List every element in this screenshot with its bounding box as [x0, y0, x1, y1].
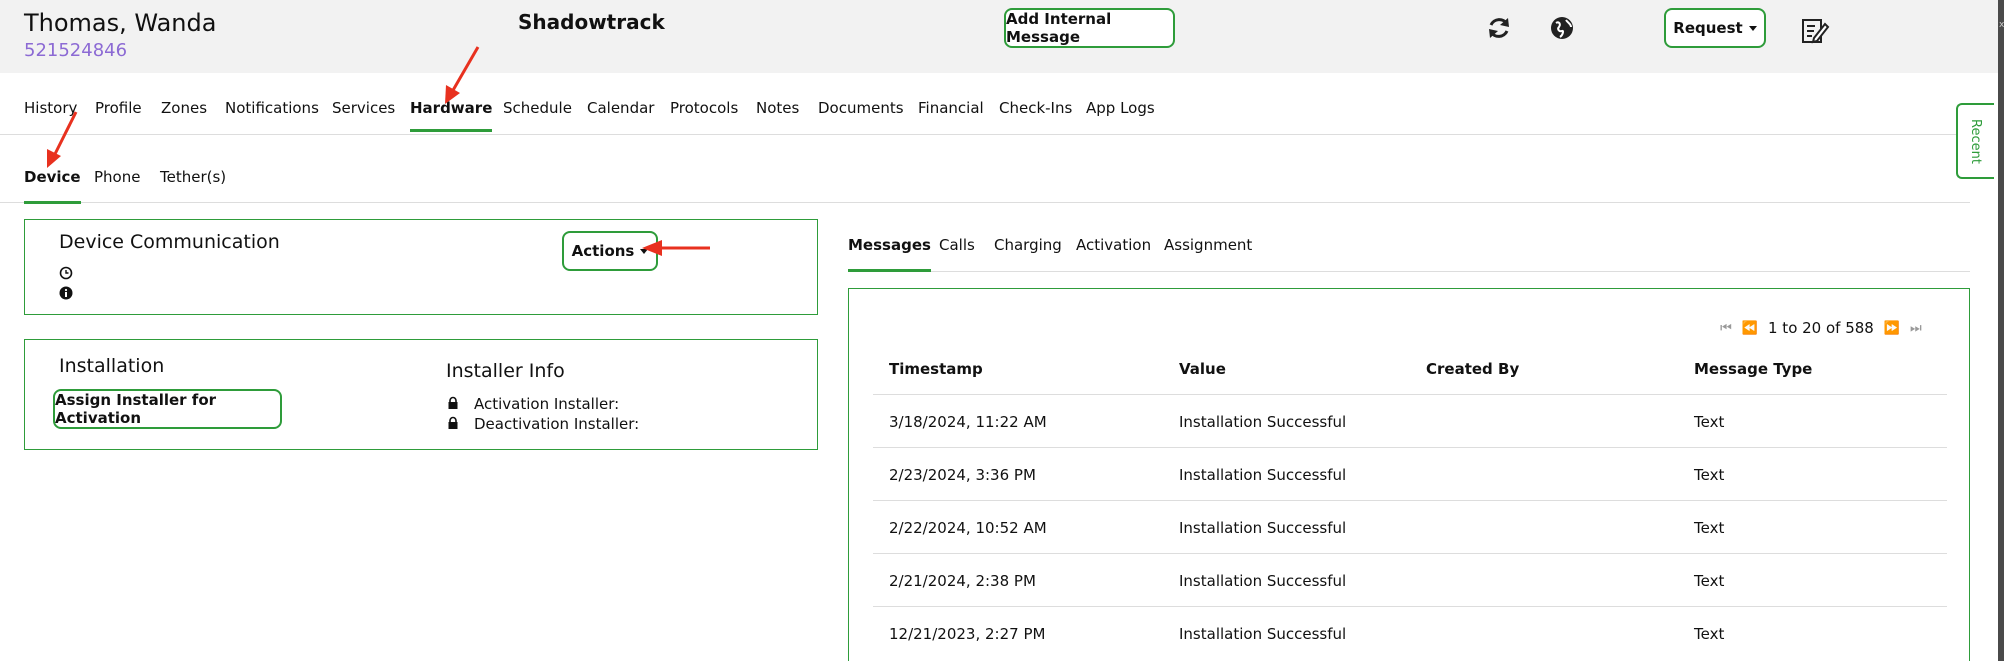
assign-installer-button[interactable]: Assign Installer for Activation — [53, 389, 282, 429]
tab-check-ins[interactable]: Check-Ins — [999, 99, 1072, 117]
tab-charging[interactable]: Charging — [994, 236, 1062, 254]
request-dropdown[interactable]: Request — [1664, 8, 1766, 48]
page-count: 1 to 20 of 588 — [1768, 319, 1874, 337]
request-label: Request — [1673, 19, 1743, 37]
tab-messages[interactable]: Messages — [848, 236, 931, 272]
window-edge: x — [1998, 0, 2004, 661]
lock-icon — [448, 396, 458, 409]
column-header-timestamp[interactable]: Timestamp — [889, 360, 983, 378]
main-tabs: History Profile Zones Notifications Serv… — [0, 97, 1970, 135]
installer-info-title: Installer Info — [446, 360, 565, 382]
patient-id[interactable]: 521524846 — [24, 40, 127, 61]
cell-message-type: Text — [1694, 625, 1725, 643]
tab-notifications[interactable]: Notifications — [225, 99, 319, 117]
chevron-down-icon — [640, 248, 649, 254]
table-row[interactable]: 2/22/2024, 10:52 AM Installation Success… — [873, 500, 1947, 553]
tab-profile[interactable]: Profile — [95, 99, 142, 117]
cell-timestamp: 2/22/2024, 10:52 AM — [889, 519, 1047, 537]
first-page-icon[interactable]: ⏮ — [1714, 318, 1738, 338]
notes-edit-icon[interactable] — [1800, 16, 1830, 46]
cell-value: Installation Successful — [1179, 413, 1347, 431]
actions-label: Actions — [571, 242, 635, 260]
cell-message-type: Text — [1694, 519, 1725, 537]
subtab-tethers[interactable]: Tether(s) — [160, 168, 226, 186]
lock-icon — [448, 416, 458, 429]
last-page-icon[interactable]: ⏭ — [1904, 318, 1928, 338]
deactivation-installer-label: Deactivation Installer: — [474, 415, 640, 433]
tab-financial[interactable]: Financial — [918, 99, 984, 117]
patient-header: Thomas, Wanda 521524846 Shadowtrack Add … — [0, 0, 1998, 73]
cell-message-type: Text — [1694, 572, 1725, 590]
brand-name: Shadowtrack — [518, 10, 665, 34]
close-icon[interactable]: x — [1999, 20, 2004, 30]
chevron-down-icon — [1748, 25, 1757, 31]
info-icon — [59, 286, 73, 300]
pagination: ⏮ ⏪ 1 to 20 of 588 ⏩ ⏭ — [1714, 318, 1928, 338]
cell-value: Installation Successful — [1179, 519, 1347, 537]
installation-title: Installation — [59, 355, 165, 377]
clock-icon — [59, 266, 73, 280]
actions-dropdown[interactable]: Actions — [562, 231, 658, 271]
previous-page-icon[interactable]: ⏪ — [1738, 318, 1762, 338]
subtab-phone[interactable]: Phone — [94, 168, 140, 186]
table-row[interactable]: 2/23/2024, 3:36 PM Installation Successf… — [873, 447, 1947, 500]
tab-schedule[interactable]: Schedule — [503, 99, 572, 117]
tab-activation[interactable]: Activation — [1076, 236, 1151, 254]
tab-zones[interactable]: Zones — [161, 99, 207, 117]
hardware-subtabs: Device Phone Tether(s) — [0, 165, 1970, 204]
table-row[interactable]: 3/18/2024, 11:22 AM Installation Success… — [873, 394, 1947, 447]
cell-message-type: Text — [1694, 413, 1725, 431]
cell-value: Installation Successful — [1179, 572, 1347, 590]
column-header-created-by[interactable]: Created By — [1426, 360, 1519, 378]
tab-hardware[interactable]: Hardware — [410, 99, 493, 132]
refresh-icon[interactable] — [1484, 13, 1514, 43]
tab-services[interactable]: Services — [332, 99, 395, 117]
cell-value: Installation Successful — [1179, 466, 1347, 484]
column-header-value[interactable]: Value — [1179, 360, 1226, 378]
subtab-device[interactable]: Device — [24, 168, 81, 204]
next-page-icon[interactable]: ⏩ — [1880, 318, 1904, 338]
cell-timestamp: 2/21/2024, 2:38 PM — [889, 572, 1036, 590]
tab-history[interactable]: History — [24, 99, 77, 117]
app-window: Thomas, Wanda 521524846 Shadowtrack Add … — [0, 0, 1998, 661]
tab-assignment[interactable]: Assignment — [1164, 236, 1252, 254]
tab-app-logs[interactable]: App Logs — [1086, 99, 1155, 117]
column-header-message-type[interactable]: Message Type — [1694, 360, 1812, 378]
cell-timestamp: 2/23/2024, 3:36 PM — [889, 466, 1036, 484]
recent-label: Recent — [1968, 119, 1983, 164]
tab-calls[interactable]: Calls — [939, 236, 975, 254]
device-communication-title: Device Communication — [59, 231, 280, 253]
cell-timestamp: 12/21/2023, 2:27 PM — [889, 625, 1046, 643]
cell-message-type: Text — [1694, 466, 1725, 484]
globe-icon[interactable] — [1547, 13, 1577, 43]
table-row[interactable]: 12/21/2023, 2:27 PM Installation Success… — [873, 606, 1947, 659]
tab-calendar[interactable]: Calendar — [587, 99, 654, 117]
tab-protocols[interactable]: Protocols — [670, 99, 738, 117]
cell-timestamp: 3/18/2024, 11:22 AM — [889, 413, 1047, 431]
tab-notes[interactable]: Notes — [756, 99, 799, 117]
patient-name: Thomas, Wanda — [24, 9, 217, 37]
add-internal-message-button[interactable]: Add Internal Message — [1004, 8, 1175, 48]
device-detail-tabs: Messages Calls Charging Activation Assig… — [848, 232, 1970, 272]
table-row[interactable]: 2/21/2024, 2:38 PM Installation Successf… — [873, 553, 1947, 606]
tab-documents[interactable]: Documents — [818, 99, 904, 117]
cell-value: Installation Successful — [1179, 625, 1347, 643]
activation-installer-label: Activation Installer: — [474, 395, 620, 413]
